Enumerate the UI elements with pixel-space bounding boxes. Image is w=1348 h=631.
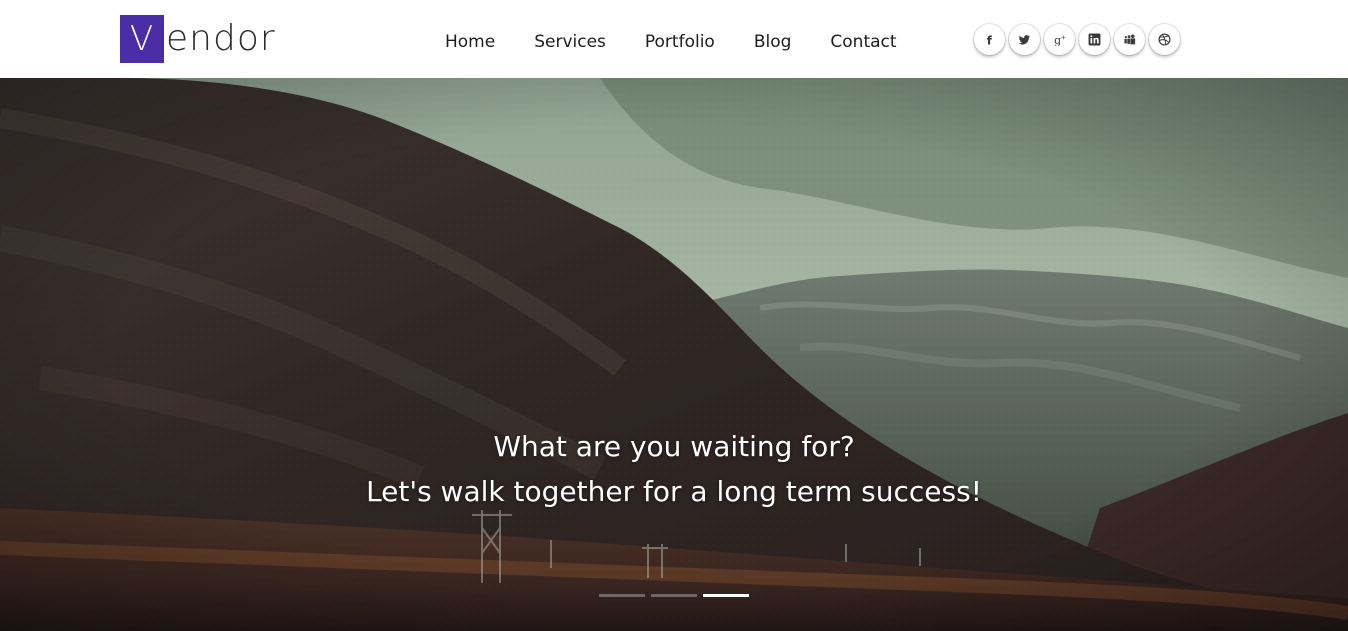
nav-portfolio[interactable]: Portfolio <box>645 28 715 56</box>
brand-logo[interactable]: V endor <box>120 15 276 63</box>
svg-text:+: + <box>1061 34 1066 42</box>
hero-background-image <box>0 78 1348 631</box>
logo-mark: V <box>120 15 164 63</box>
nav-contact[interactable]: Contact <box>830 28 896 56</box>
twitter-icon[interactable] <box>1009 24 1040 55</box>
site-header: V endor Home Services Portfolio Blog Con… <box>0 0 1348 78</box>
dribbble-icon[interactable] <box>1149 24 1180 55</box>
slide-dot-3[interactable] <box>703 594 749 597</box>
social-links: f g + <box>974 24 1180 55</box>
facebook-icon[interactable]: f <box>974 24 1005 55</box>
hero-subheadline: Let's walk together for a long term succ… <box>366 475 982 508</box>
logo-text: endor <box>166 18 276 59</box>
slider-pagination <box>599 594 749 597</box>
slide-dot-2[interactable] <box>651 594 697 597</box>
main-nav: Home Services Portfolio Blog Contact <box>445 28 897 56</box>
hero-headline: What are you waiting for? <box>493 430 855 463</box>
nav-blog[interactable]: Blog <box>754 28 792 56</box>
myspace-icon[interactable] <box>1114 24 1145 55</box>
nav-home[interactable]: Home <box>445 28 495 56</box>
google-plus-icon[interactable]: g + <box>1044 24 1075 55</box>
nav-services[interactable]: Services <box>534 28 606 56</box>
linkedin-icon[interactable] <box>1079 24 1110 55</box>
slide-dot-1[interactable] <box>599 594 645 597</box>
svg-text:f: f <box>987 33 993 46</box>
hero-slider: What are you waiting for? Let's walk tog… <box>0 78 1348 631</box>
